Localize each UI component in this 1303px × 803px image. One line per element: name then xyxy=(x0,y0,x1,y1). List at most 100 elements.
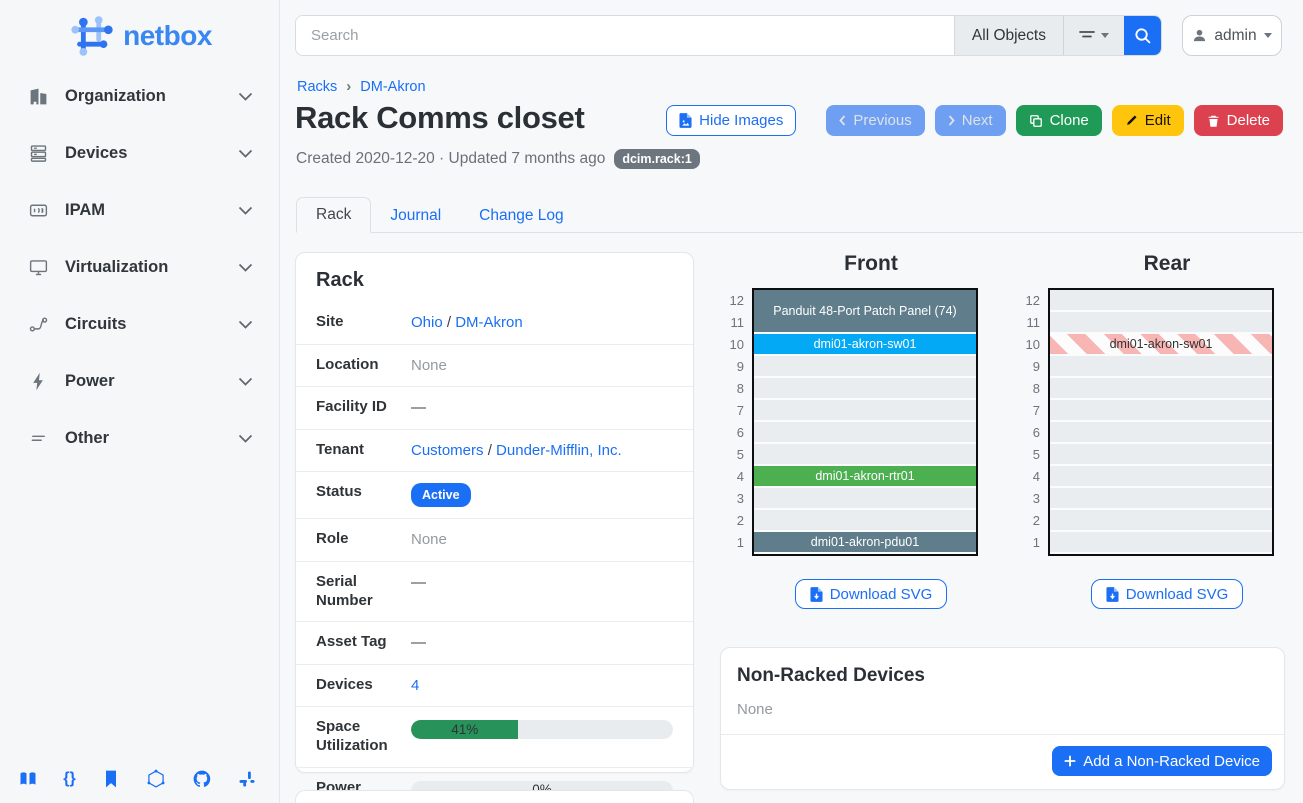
page-meta: Created 2020-12-20 · Updated 7 months ag… xyxy=(296,149,700,169)
rack-attribute-row-site: SiteOhio / DM-Akron xyxy=(296,302,693,345)
attribute-value: Active xyxy=(411,483,673,507)
attribute-label: Devices xyxy=(316,676,411,695)
next-panel-cutoff xyxy=(295,790,694,803)
netbox-logo[interactable]: netbox xyxy=(0,0,279,62)
rack-unit-slot[interactable] xyxy=(1050,488,1272,510)
chevron-left-icon xyxy=(839,115,846,126)
sidebar-item-power[interactable]: Power xyxy=(0,353,279,410)
device-name: dmi01-akron-sw01 xyxy=(1110,337,1213,351)
netbox-logo-text: netbox xyxy=(123,20,212,52)
rack-unit-slot[interactable] xyxy=(754,510,976,532)
created-updated-text: Created 2020-12-20 · Updated 7 months ag… xyxy=(296,150,605,168)
tab-bar: RackJournalChange Log xyxy=(296,196,1303,233)
tab-rack[interactable]: Rack xyxy=(296,197,371,233)
bookmark-icon[interactable] xyxy=(101,769,121,789)
rack-unit-slot[interactable] xyxy=(754,488,976,510)
breadcrumb-link-dm-akron[interactable]: DM-Akron xyxy=(360,79,425,95)
global-search: All Objects xyxy=(295,15,1162,56)
search-scope-button[interactable]: All Objects xyxy=(954,16,1063,55)
rack-device[interactable]: dmi01-akron-pdu01 xyxy=(754,532,976,552)
rack-unit-slot[interactable] xyxy=(754,400,976,422)
attribute-label: Facility ID xyxy=(316,398,411,417)
chevron-down-icon xyxy=(238,320,253,329)
download-svg-button-front[interactable]: Download SVG xyxy=(795,579,948,609)
attribute-link-customers[interactable]: Customers xyxy=(411,442,484,459)
rack-unit-slot[interactable] xyxy=(754,378,976,400)
edit-button[interactable]: Edit xyxy=(1112,105,1184,136)
sidebar-item-devices[interactable]: Devices xyxy=(0,125,279,182)
sidebar-item-label: Circuits xyxy=(65,315,222,334)
non-racked-devices-panel: Non-Racked Devices None Add a Non-Racked… xyxy=(720,647,1285,790)
rack-unit-slot[interactable] xyxy=(1050,290,1272,312)
rack-unit-slot[interactable] xyxy=(1050,510,1272,532)
tab-journal[interactable]: Journal xyxy=(371,199,460,233)
file-image-icon xyxy=(679,113,692,128)
sidebar-item-label: Devices xyxy=(65,144,222,163)
sidebar-item-virtualization[interactable]: Virtualization xyxy=(0,239,279,296)
graphql-icon[interactable] xyxy=(146,769,166,789)
rack-unit-slot[interactable] xyxy=(1050,400,1272,422)
download-svg-button-rear[interactable]: Download SVG xyxy=(1091,579,1244,609)
search-submit-button[interactable] xyxy=(1124,16,1161,55)
sidebar-item-ipam[interactable]: IPAM xyxy=(0,182,279,239)
sidebar-item-circuits[interactable]: Circuits xyxy=(0,296,279,353)
hide-images-button[interactable]: Hide Images xyxy=(666,105,796,136)
rack-unit-slot[interactable] xyxy=(1050,312,1272,334)
delete-button[interactable]: Delete xyxy=(1194,105,1283,136)
delete-label: Delete xyxy=(1227,112,1270,129)
tab-change-log[interactable]: Change Log xyxy=(460,199,582,233)
github-icon[interactable] xyxy=(192,769,212,789)
sidebar-item-label: Other xyxy=(65,429,222,448)
rack-device[interactable]: dmi01-akron-sw01 xyxy=(1050,334,1272,354)
unit-number: 7 xyxy=(1018,400,1040,422)
transit-icon xyxy=(28,314,49,335)
unit-numbers: 121110987654321 xyxy=(722,288,752,556)
rack-unit-slot[interactable] xyxy=(1050,378,1272,400)
next-button[interactable]: Next xyxy=(935,105,1006,136)
previous-button[interactable]: Previous xyxy=(826,105,924,136)
search-filter-button[interactable] xyxy=(1063,16,1124,55)
slack-icon[interactable] xyxy=(237,769,257,789)
search-input[interactable] xyxy=(296,16,954,55)
download-svg-label: Download SVG xyxy=(1126,586,1229,603)
book-icon[interactable] xyxy=(18,769,38,789)
rack-unit-slot[interactable] xyxy=(754,444,976,466)
rack-device[interactable]: dmi01-akron-rtr01 xyxy=(754,466,976,486)
breadcrumb-link-racks[interactable]: Racks xyxy=(297,79,337,95)
action-buttons: Hide Images Previous Next Clone Edit Delete xyxy=(666,105,1283,136)
attribute-value: 4 xyxy=(411,676,673,696)
attribute-link[interactable]: 4 xyxy=(411,677,419,694)
attribute-link-ohio[interactable]: Ohio xyxy=(411,314,443,331)
braces-icon[interactable]: {} xyxy=(63,770,75,788)
device-name: dmi01-akron-sw01 xyxy=(814,337,917,351)
device-name: dmi01-akron-pdu01 xyxy=(811,535,919,549)
unit-number: 9 xyxy=(722,356,744,378)
user-menu-button[interactable]: admin xyxy=(1182,15,1282,56)
attribute-link-dm-akron[interactable]: DM-Akron xyxy=(455,314,523,331)
device-name: dmi01-akron-rtr01 xyxy=(815,469,914,483)
add-non-racked-device-button[interactable]: Add a Non-Racked Device xyxy=(1052,746,1272,776)
attribute-link-dunder-mifflin-inc[interactable]: Dunder-Mifflin, Inc. xyxy=(496,442,622,459)
rack-unit-slot[interactable] xyxy=(1050,444,1272,466)
sidebar-item-organization[interactable]: Organization xyxy=(0,68,279,125)
rack-unit-slot[interactable] xyxy=(1050,532,1272,554)
sidebar-item-other[interactable]: Other xyxy=(0,410,279,467)
rack-unit-slot[interactable] xyxy=(1050,466,1272,488)
unit-number: 6 xyxy=(1018,422,1040,444)
rack-unit-slot[interactable] xyxy=(1050,422,1272,444)
unit-number: 11 xyxy=(1018,312,1040,334)
clone-button[interactable]: Clone xyxy=(1016,105,1102,136)
chevron-right-icon xyxy=(948,115,955,126)
rack-device[interactable]: dmi01-akron-sw01 xyxy=(754,334,976,354)
rack-unit-slot[interactable] xyxy=(754,356,976,378)
attribute-value: None xyxy=(411,530,673,550)
add-non-racked-device-label: Add a Non-Racked Device xyxy=(1083,753,1260,770)
attribute-value: 41% xyxy=(411,718,673,739)
edit-label: Edit xyxy=(1145,112,1171,129)
rack-unit-slot[interactable] xyxy=(1050,356,1272,378)
rack-unit-slot[interactable] xyxy=(754,422,976,444)
building-icon xyxy=(28,86,49,107)
rack-device[interactable]: Panduit 48-Port Patch Panel (74) xyxy=(754,290,976,332)
elevation-title-rear: Rear xyxy=(1054,252,1280,276)
attribute-label: Asset Tag xyxy=(316,633,411,652)
